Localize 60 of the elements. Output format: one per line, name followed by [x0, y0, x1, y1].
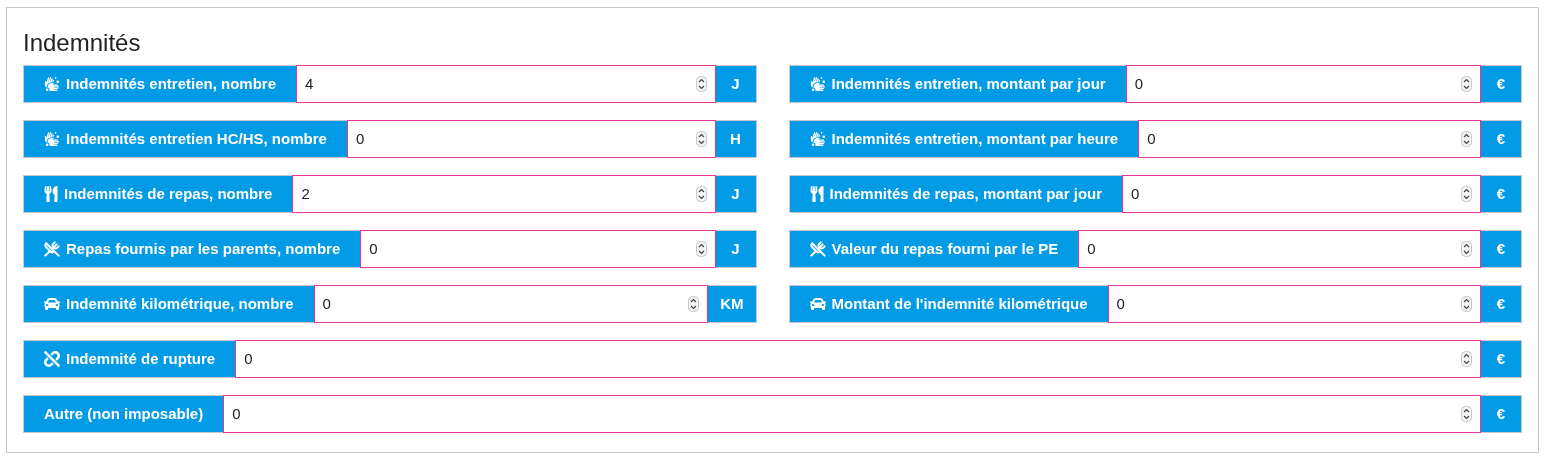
number-field[interactable]: 0 [360, 230, 716, 268]
unit-label: J [715, 175, 757, 213]
car-icon [44, 296, 60, 312]
field-label: Indemnité de rupture [23, 340, 236, 378]
field-label: Repas fournis par les parents, nombre [23, 230, 361, 268]
unit-label: € [1481, 175, 1522, 213]
fork-knife-icon [809, 186, 824, 202]
washing-hands-icon [44, 131, 60, 147]
broken-link-icon [44, 351, 60, 367]
spinner-icon[interactable] [695, 186, 707, 202]
number-field[interactable]: 4 [296, 65, 716, 103]
number-field[interactable]: 0 [1125, 65, 1481, 103]
washing-hands-icon [44, 76, 60, 92]
spinner-icon[interactable] [1461, 406, 1472, 422]
unit-label: € [1481, 340, 1522, 378]
spinner-icon[interactable] [695, 131, 707, 147]
number-field[interactable]: 2 [292, 175, 716, 213]
number-field[interactable]: 0 [1078, 230, 1481, 268]
unit-label: € [1481, 395, 1522, 433]
fork-knife-icon [44, 186, 58, 202]
number-field[interactable]: 0 [1107, 285, 1481, 323]
spinner-icon[interactable] [1461, 76, 1472, 92]
spinner-icon[interactable] [1461, 186, 1472, 202]
spinner-icon[interactable] [1461, 131, 1472, 147]
number-field[interactable]: 0 [223, 395, 1481, 433]
field-label: Indemnités entretien, nombre [23, 65, 297, 103]
field-label: Indemnités entretien, montant par jour [788, 65, 1126, 103]
crossed-utensils-icon [44, 241, 60, 257]
field-label: Indemnités de repas, nombre [23, 175, 293, 213]
washing-hands-icon [809, 76, 826, 92]
unit-label: € [1481, 120, 1522, 158]
unit-label: J [715, 230, 757, 268]
field-label: Indemnités de repas, montant par jour [788, 175, 1123, 213]
unit-label: € [1481, 285, 1522, 323]
washing-hands-icon [809, 131, 826, 147]
spinner-icon[interactable] [695, 241, 707, 257]
spinner-icon[interactable] [1461, 241, 1472, 257]
field-label: Indemnité kilométrique, nombre [23, 285, 314, 323]
car-icon [809, 296, 826, 312]
spinner-icon[interactable] [688, 296, 700, 312]
section-title: Indemnités [23, 28, 142, 58]
number-field[interactable]: 0 [235, 340, 1481, 378]
number-field[interactable]: 0 [346, 120, 716, 158]
unit-label: J [715, 65, 757, 103]
field-label: Autre (non imposable) [23, 395, 224, 433]
number-field[interactable]: 0 [1138, 120, 1481, 158]
unit-label: H [715, 120, 757, 158]
spinner-icon[interactable] [695, 76, 707, 92]
field-label: Indemnités entretien, montant par heure [788, 120, 1139, 158]
unit-label: € [1481, 65, 1522, 103]
unit-label: € [1481, 230, 1522, 268]
unit-label: KM [708, 285, 757, 323]
number-field[interactable]: 0 [313, 285, 709, 323]
field-label: Valeur du repas fourni par le PE [788, 230, 1079, 268]
spinner-icon[interactable] [1461, 351, 1472, 367]
field-label: Indemnités entretien HC/HS, nombre [23, 120, 347, 158]
crossed-utensils-icon [809, 241, 826, 257]
field-label: Montant de l'indemnité kilométrique [788, 285, 1108, 323]
number-field[interactable]: 0 [1122, 175, 1481, 213]
spinner-icon[interactable] [1461, 296, 1472, 312]
